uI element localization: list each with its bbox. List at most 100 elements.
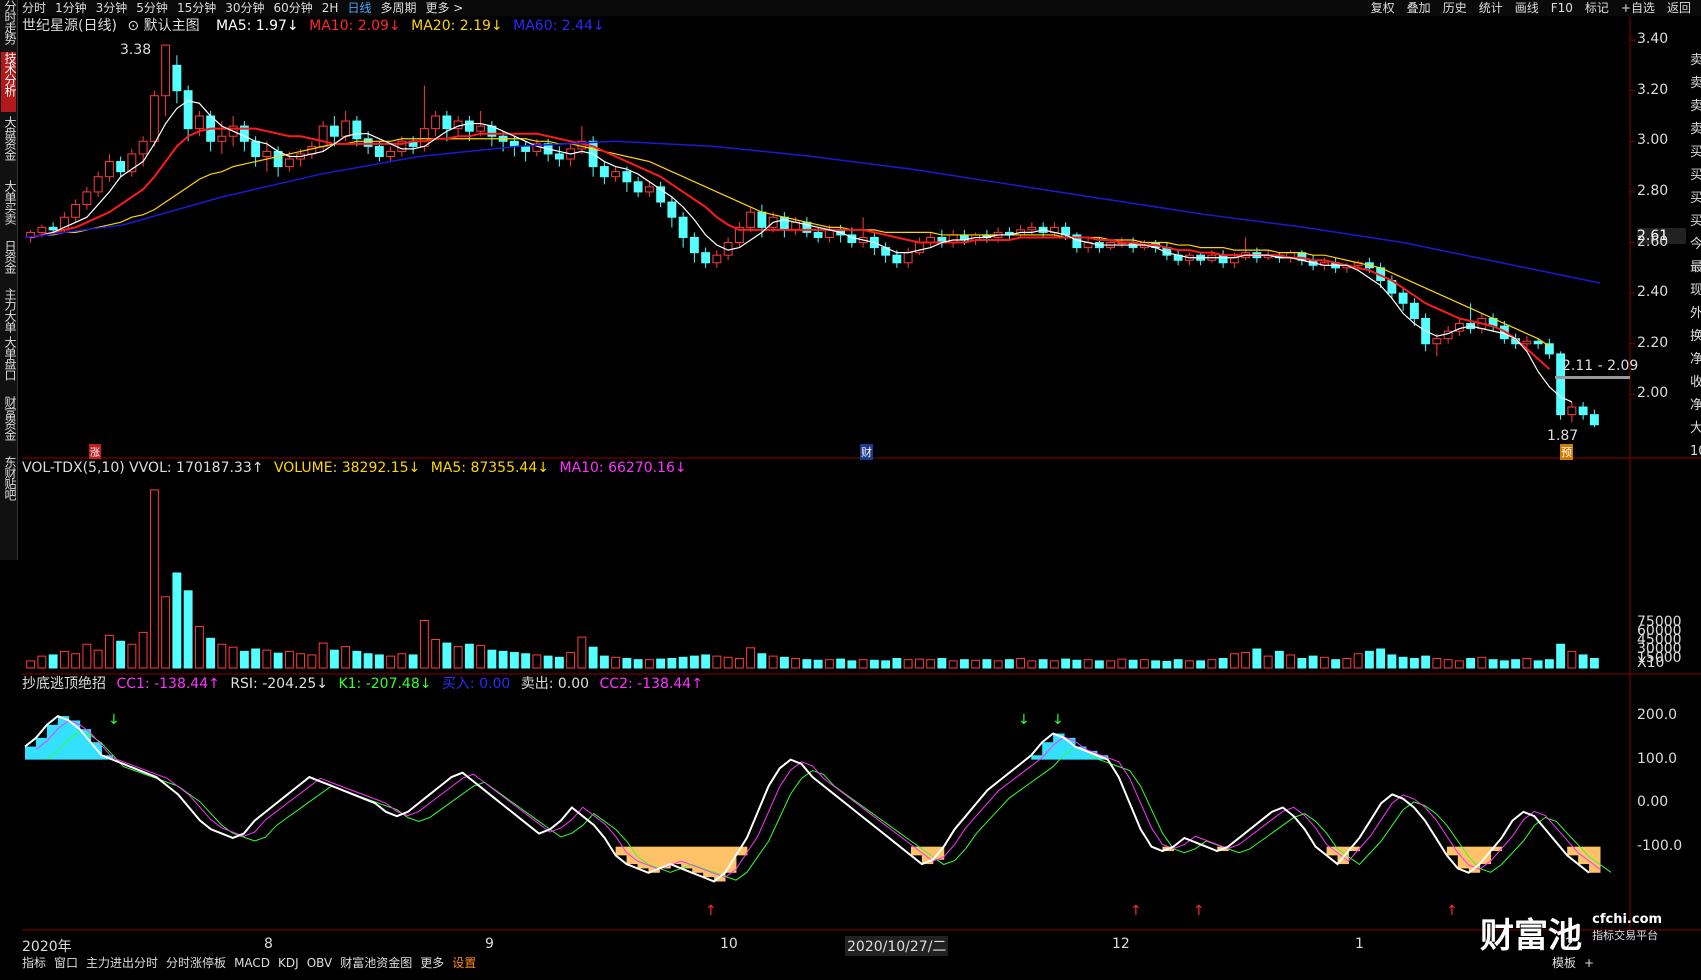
bottom-tab-8[interactable]: 更多 — [420, 956, 444, 970]
vol-bar-129 — [1477, 656, 1487, 669]
vol-bar-18 — [228, 646, 238, 669]
signal-arrow-6: ↑ — [1446, 903, 1458, 919]
vol-bar-7 — [104, 634, 114, 669]
bottom-right-0[interactable]: 模板 — [1552, 956, 1576, 970]
vol-bar-79 — [914, 658, 924, 669]
vol-bar-73 — [847, 660, 857, 669]
right-char-14: 收 — [1690, 375, 1701, 390]
vol-ma5: MA5: 87355.44↓ — [430, 460, 549, 476]
vol-bar-11 — [149, 489, 159, 669]
candle-body-26 — [318, 125, 328, 147]
candle-body-55 — [644, 186, 654, 193]
indicator-title[interactable]: 抄底逃顶绝招 — [22, 676, 106, 692]
vol-bar-123 — [1409, 658, 1419, 669]
bottom-tab-2[interactable]: 主力进出分时 — [86, 956, 158, 970]
candle-body-43 — [509, 140, 519, 147]
candle-body-70 — [813, 231, 823, 238]
vol-bar-43 — [509, 652, 519, 669]
vol-bar-74 — [858, 659, 868, 669]
ma60-value: MA60: 2.44↓ — [513, 18, 605, 34]
ma5-value: MA5: 1.97↓ — [216, 18, 299, 34]
candle-body-7 — [104, 161, 114, 178]
price-ytick-4: 2.60 — [1637, 233, 1669, 250]
candle-body-35 — [419, 128, 429, 147]
template-selector[interactable]: ⊙ 默认主图 — [127, 18, 205, 34]
bottom-tab-1[interactable]: 窗口 — [54, 956, 78, 970]
bottom-toolbar: 指标 窗口 主力进出分时 分时涨停板 MACD KDJ OBV 财富池资金图 更多 设置 模板 + — [22, 954, 1701, 972]
bottom-tab-0[interactable]: 指标 — [22, 956, 46, 970]
vol-bar-19 — [239, 650, 249, 669]
ind-ytick-0: 200.0 — [1637, 707, 1678, 724]
ma10-value: MA10: 2.09↓ — [309, 18, 401, 34]
vol-bar-130 — [1488, 659, 1498, 669]
vol-bar-85 — [982, 659, 992, 669]
vol-bar-46 — [543, 655, 553, 669]
candle-body-31 — [374, 145, 384, 157]
vol-volume: VOLUME: 38292.15↓ — [273, 460, 421, 476]
vol-bar-70 — [813, 659, 823, 669]
bottom-tab-4[interactable]: MACD — [234, 956, 270, 970]
vol-bar-103 — [1184, 660, 1194, 669]
vol-bar-128 — [1466, 658, 1476, 669]
candle-body-64 — [746, 211, 756, 228]
bottom-tab-7[interactable]: 财富池资金图 — [340, 956, 412, 970]
bottom-tab-9[interactable]: 设置 — [452, 956, 476, 970]
candle-body-107 — [1229, 257, 1239, 264]
candle-body-51 — [599, 166, 609, 178]
right-char-10: 现 — [1690, 283, 1701, 298]
candle-body-4 — [71, 204, 81, 218]
bottom-right-1[interactable]: + — [1584, 956, 1594, 970]
vol-bar-95 — [1094, 660, 1104, 669]
candle-body-8 — [116, 161, 126, 173]
vol-bar-30 — [363, 653, 373, 669]
vol-bar-96 — [1106, 660, 1116, 669]
ind-ytick-3: -100.0 — [1637, 837, 1683, 854]
vol-bar-134 — [1533, 660, 1543, 669]
vol-bar-45 — [532, 654, 542, 669]
candle-body-138 — [1578, 406, 1588, 416]
vol-bar-78 — [903, 659, 913, 669]
candle-body-29 — [352, 120, 362, 140]
stock-name[interactable]: 世纪星源(日线) — [22, 18, 117, 34]
vol-bar-89 — [1027, 660, 1037, 669]
vol-bar-64 — [746, 647, 756, 669]
vol-bar-57 — [667, 658, 677, 669]
vol-bar-17 — [217, 643, 227, 669]
vol-bar-28 — [341, 646, 351, 669]
ma20-line — [30, 138, 1550, 347]
bottom-tab-3[interactable]: 分时涨停板 — [166, 956, 226, 970]
vol-bar-108 — [1241, 652, 1251, 669]
vol-title[interactable]: VOL-TDX(5,10) VVOL: 170187.33↑ — [22, 460, 263, 476]
signal-arrow-4: ↑ — [1130, 903, 1142, 919]
vol-bar-42 — [498, 650, 508, 669]
vol-bar-82 — [948, 660, 958, 669]
vol-bar-81 — [937, 658, 947, 669]
right-char-12: 换 — [1690, 329, 1701, 344]
vol-bar-8 — [116, 640, 126, 669]
indicator-legend: 抄底逃顶绝招 CC1: -138.44↑ RSI: -204.25↓ K1: -… — [22, 675, 709, 693]
vol-bar-77 — [892, 658, 902, 669]
candle-body-1 — [37, 226, 47, 233]
high-fill-4 — [68, 720, 81, 760]
candle-body-28 — [341, 120, 351, 137]
vol-bar-2 — [48, 654, 58, 669]
candle-body-13 — [172, 64, 182, 92]
vol-bar-54 — [633, 659, 643, 669]
candle-body-22 — [273, 150, 283, 168]
candle-body-32 — [386, 150, 396, 157]
bottom-tab-6[interactable]: OBV — [307, 956, 333, 970]
x-label-1: 8 — [264, 936, 273, 952]
candle-body-30 — [363, 138, 373, 147]
vol-bar-52 — [611, 656, 621, 669]
candle-body-14 — [183, 90, 193, 130]
vol-ytick-x10: X10 — [1637, 655, 1665, 671]
bottom-tab-5[interactable]: KDJ — [278, 956, 299, 970]
x-label-2: 9 — [485, 936, 494, 952]
price-ytick-0: 3.40 — [1637, 31, 1669, 48]
vol-bar-4 — [71, 653, 81, 669]
vol-bar-32 — [386, 655, 396, 669]
x-label-0: 2020年 — [22, 939, 72, 955]
vol-bar-131 — [1499, 660, 1509, 669]
vol-bar-105 — [1207, 659, 1217, 669]
candle-body-57 — [667, 201, 677, 218]
